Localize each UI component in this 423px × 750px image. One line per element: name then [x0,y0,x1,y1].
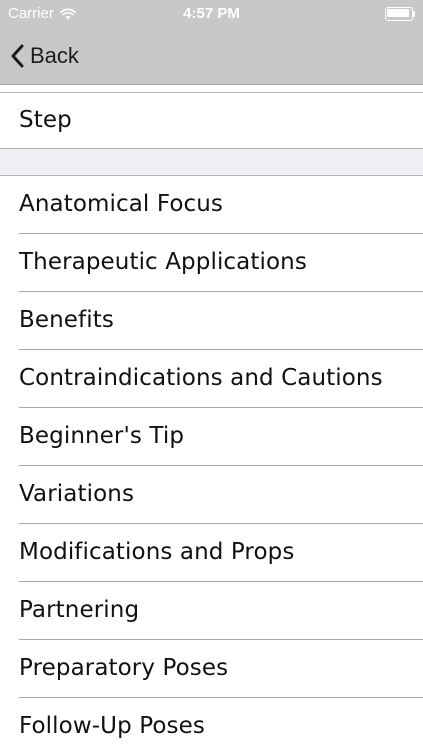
list-item-label: Preparatory Poses [19,655,229,681]
back-button[interactable]: Back [10,40,79,72]
list-item-label: Therapeutic Applications [19,249,307,275]
list-item-preparatory-poses[interactable]: Preparatory Poses [0,640,423,698]
list-item-beginners-tip[interactable]: Beginner's Tip [0,408,423,466]
list-item-therapeutic-applications[interactable]: Therapeutic Applications [0,234,423,292]
back-button-label: Back [30,43,79,68]
list-item-label: Benefits [19,307,114,333]
list-item-anatomical-focus[interactable]: Anatomical Focus [0,176,423,234]
detail-menu-list: Anatomical Focus Therapeutic Application… [0,176,423,750]
list-item-variations[interactable]: Variations [0,466,423,524]
content-top-spacer [0,85,423,92]
list-item-follow-up-poses[interactable]: Follow-Up Poses [0,698,423,750]
status-bar: Carrier 4:57 PM [0,0,423,28]
section-separator [0,149,423,176]
chevron-left-icon [10,44,24,68]
step-row[interactable]: Step [0,92,423,149]
list-item-label: Modifications and Props [19,539,295,565]
list-item-contraindications[interactable]: Contraindications and Cautions [0,350,423,408]
list-item-label: Follow-Up Poses [19,713,205,739]
list-item-label: Anatomical Focus [19,191,224,217]
screen: Carrier 4:57 PM Back Step Anatomical Foc… [0,0,423,750]
status-time: 4:57 PM [183,5,240,22]
navigation-bar: Carrier 4:57 PM Back [0,0,423,85]
battery-icon [385,7,415,21]
list-item-label: Beginner's Tip [19,423,185,449]
list-item-label: Partnering [19,597,140,623]
list-item-partnering[interactable]: Partnering [0,582,423,640]
list-item-label: Contraindications and Cautions [19,365,383,391]
list-item-label: Variations [19,481,135,507]
list-item-modifications-and-props[interactable]: Modifications and Props [0,524,423,582]
step-label: Step [19,107,72,133]
list-item-benefits[interactable]: Benefits [0,292,423,350]
